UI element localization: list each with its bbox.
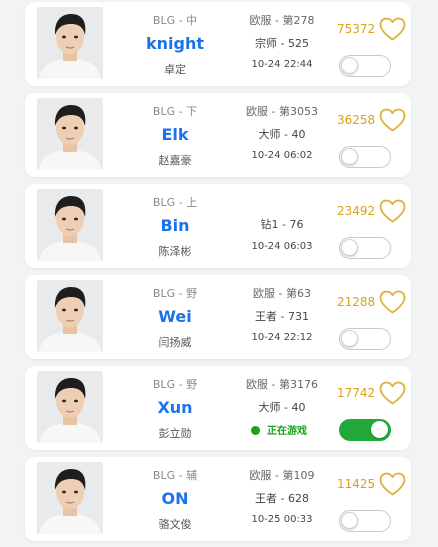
- server-ranking: 欧服 - 第109: [249, 469, 315, 482]
- player-real-name: 卓定: [164, 63, 186, 76]
- server-ranking: 欧服 - 第3053: [246, 105, 318, 118]
- player-real-name: 彭立勋: [158, 427, 192, 440]
- notification-toggle[interactable]: [339, 237, 391, 259]
- notification-toggle[interactable]: [339, 146, 391, 168]
- rank-tier: 大师 - 40: [258, 128, 306, 141]
- avatar: [37, 189, 103, 261]
- last-seen-time: 10-24 22:12: [251, 332, 313, 343]
- rank-tier: 王者 - 731: [255, 310, 309, 323]
- player-real-name: 赵嘉豪: [158, 154, 192, 167]
- avatar: [37, 371, 103, 443]
- toggle-knob: [341, 57, 358, 74]
- status-text: 正在游戏: [267, 426, 307, 437]
- heart-icon[interactable]: [379, 199, 406, 224]
- player-card[interactable]: BLG - 野 Wei 闫扬威 欧服 - 第63 王者 - 731 10-24 …: [25, 275, 411, 359]
- team-role: BLG - 野: [152, 287, 198, 300]
- player-card[interactable]: BLG - 野 Xun 彭立勋 欧服 - 第3176 大师 - 40 正在游戏 …: [25, 366, 411, 450]
- avatar: [37, 7, 103, 79]
- player-card[interactable]: BLG - 辅 ON 骆文俊 欧服 - 第109 王者 - 628 10-25 …: [25, 457, 411, 541]
- player-card[interactable]: BLG - 上 Bin 陈泽彬 钻1 - 76 10-24 06:03 2349…: [25, 184, 411, 268]
- toggle-knob: [341, 512, 358, 529]
- follow-count: 36258: [337, 113, 376, 127]
- heart-icon[interactable]: [379, 472, 406, 497]
- player-nickname[interactable]: ON: [133, 489, 217, 508]
- player-card[interactable]: BLG - 下 Elk 赵嘉豪 欧服 - 第3053 大师 - 40 10-24…: [25, 93, 411, 177]
- follow-count: 17742: [337, 386, 376, 400]
- team-role: BLG - 上: [152, 196, 198, 209]
- heart-icon[interactable]: [379, 381, 406, 406]
- notification-toggle[interactable]: [339, 510, 391, 532]
- avatar: [37, 462, 103, 534]
- last-seen-time: 10-25 00:33: [251, 514, 313, 525]
- avatar: [37, 98, 103, 170]
- player-real-name: 陈泽彬: [158, 245, 192, 258]
- follow-count: 23492: [337, 204, 376, 218]
- server-ranking: 欧服 - 第63: [253, 287, 311, 300]
- avatar: [37, 280, 103, 352]
- toggle-knob: [341, 148, 358, 165]
- notification-toggle[interactable]: [339, 419, 391, 441]
- toggle-knob: [341, 330, 358, 347]
- player-nickname[interactable]: Elk: [133, 125, 217, 144]
- last-seen-time: 10-24 06:03: [251, 241, 313, 252]
- player-real-name: 骆文俊: [158, 518, 192, 531]
- player-card[interactable]: BLG - 中 knight 卓定 欧服 - 第278 宗师 - 525 10-…: [25, 2, 411, 86]
- team-role: BLG - 辅: [152, 469, 198, 482]
- server-ranking: 欧服 - 第3176: [246, 378, 318, 391]
- heart-icon[interactable]: [379, 290, 406, 315]
- team-role: BLG - 下: [152, 105, 198, 118]
- in-game-status: 正在游戏: [251, 422, 307, 437]
- player-list-screen: { "colors": { "accent": "#1a73e8", "scor…: [0, 0, 438, 547]
- last-seen-time: 10-24 06:02: [251, 150, 313, 161]
- toggle-knob: [341, 239, 358, 256]
- team-role: BLG - 中: [152, 14, 198, 27]
- rank-tier: 王者 - 628: [255, 492, 309, 505]
- follow-count: 21288: [337, 295, 376, 309]
- player-nickname[interactable]: knight: [133, 34, 217, 53]
- player-nickname[interactable]: Wei: [133, 307, 217, 326]
- rank-tier: 大师 - 40: [258, 401, 306, 414]
- rank-tier: 钻1 - 76: [260, 218, 304, 231]
- follow-count: 75372: [337, 22, 376, 36]
- notification-toggle[interactable]: [339, 55, 391, 77]
- team-role: BLG - 野: [152, 378, 198, 391]
- heart-icon[interactable]: [379, 108, 406, 133]
- rank-tier: 宗师 - 525: [255, 37, 309, 50]
- last-seen-time: 10-24 22:44: [251, 59, 313, 70]
- toggle-knob: [371, 421, 388, 438]
- follow-count: 11425: [337, 477, 376, 491]
- player-nickname[interactable]: Bin: [133, 216, 217, 235]
- player-real-name: 闫扬威: [158, 336, 192, 349]
- server-ranking: 欧服 - 第278: [249, 14, 315, 27]
- online-dot-icon: [251, 426, 260, 435]
- heart-icon[interactable]: [379, 17, 406, 42]
- player-nickname[interactable]: Xun: [133, 398, 217, 417]
- notification-toggle[interactable]: [339, 328, 391, 350]
